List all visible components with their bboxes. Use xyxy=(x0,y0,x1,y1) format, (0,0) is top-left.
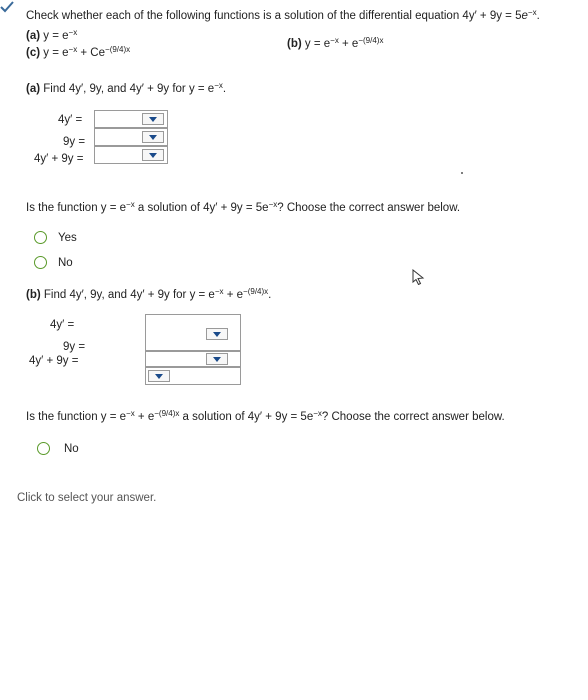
decorative-dot xyxy=(461,172,463,174)
part-a-row2-label: 9y = xyxy=(63,136,86,148)
question-intro: Check whether each of the following func… xyxy=(26,8,540,22)
part-b-row1-dropdown[interactable] xyxy=(206,328,228,340)
chevron-down-icon xyxy=(213,331,221,337)
part-b-option-no-label[interactable]: No xyxy=(64,442,79,456)
part-b-row3-dropdown[interactable] xyxy=(148,370,170,382)
part-b-question: Is the function y = e−x + e−(9/4)x a sol… xyxy=(26,409,505,423)
part-a-radio-no[interactable] xyxy=(34,256,47,269)
part-a-option-yes-label[interactable]: Yes xyxy=(58,231,77,245)
part-a-question: Is the function y = e−x a solution of 4y… xyxy=(26,200,461,214)
part-b-row1-label: 4y′ = xyxy=(50,319,75,331)
function-a: (a) y = e−x xyxy=(26,28,78,42)
part-b-row2-dropdown[interactable] xyxy=(206,353,228,365)
chevron-down-icon xyxy=(149,116,157,122)
part-a-prompt: (a) Find 4y′, 9y, and 4y′ + 9y for y = e… xyxy=(26,81,227,95)
select-answer-hint: Click to select your answer. xyxy=(17,492,157,504)
check-mark-icon xyxy=(0,1,14,13)
part-a-row2-dropdown[interactable] xyxy=(142,131,164,143)
chevron-down-icon xyxy=(155,373,163,379)
part-a-row1-label: 4y′ = xyxy=(58,114,83,126)
function-c: (c) y = e−x + Ce−(9/4)x xyxy=(26,45,131,59)
part-b-row3-label: 4y′ + 9y = xyxy=(29,355,79,367)
part-a-row3-dropdown[interactable] xyxy=(142,149,164,161)
part-b-radio-no[interactable] xyxy=(37,442,50,455)
part-b-row2-label: 9y = xyxy=(63,341,86,353)
function-b: (b) y = e−x + e−(9/4)x xyxy=(287,36,384,50)
chevron-down-icon xyxy=(149,134,157,140)
part-a-row1-dropdown[interactable] xyxy=(142,113,164,125)
part-b-prompt: (b) Find 4y′, 9y, and 4y′ + 9y for y = e… xyxy=(26,287,272,301)
part-a-option-no-label[interactable]: No xyxy=(58,256,73,270)
chevron-down-icon xyxy=(149,152,157,158)
mouse-cursor-icon xyxy=(412,269,425,285)
part-a-row3-label: 4y′ + 9y = xyxy=(34,153,84,165)
chevron-down-icon xyxy=(213,356,221,362)
part-a-radio-yes[interactable] xyxy=(34,231,47,244)
